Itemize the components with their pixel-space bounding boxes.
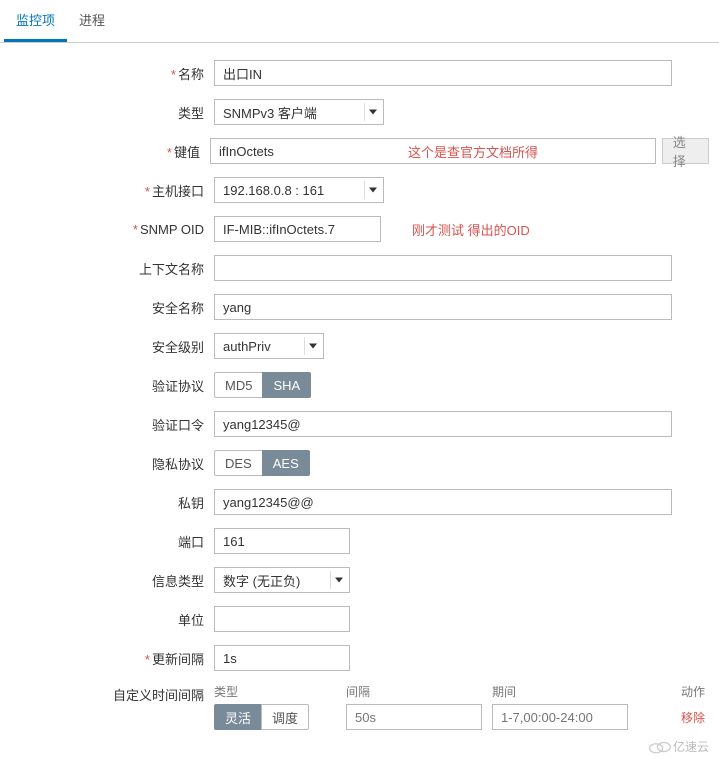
custom-type-sched-button[interactable]: 调度: [261, 704, 309, 730]
name-input[interactable]: [214, 60, 672, 86]
datatype-select[interactable]: 数字 (无正负): [214, 567, 350, 593]
caret-down-icon: [369, 110, 377, 115]
custom-interval-input[interactable]: [346, 704, 482, 730]
label-unit: 单位: [10, 610, 214, 629]
label-datatype: 信息类型: [10, 571, 214, 590]
label-host: *主机接口: [10, 181, 214, 200]
unit-input[interactable]: [214, 606, 350, 632]
interval-input[interactable]: [214, 645, 350, 671]
label-port: 端口: [10, 532, 214, 551]
custom-header-period: 期间: [492, 683, 628, 700]
custom-header-type: 类型: [214, 683, 346, 700]
label-authproto: 验证协议: [10, 376, 214, 395]
caret-down-icon: [369, 188, 377, 193]
type-select[interactable]: SNMPv3 客户端: [214, 99, 384, 125]
privproto-des-button[interactable]: DES: [214, 450, 263, 476]
label-custom: 自定义时间间隔: [10, 683, 214, 704]
custom-remove-link[interactable]: 移除: [681, 709, 705, 726]
label-interval: *更新间隔: [10, 649, 214, 668]
label-type: 类型: [10, 103, 214, 122]
label-privkey: 私钥: [10, 493, 214, 512]
label-name: *名称: [10, 64, 214, 83]
custom-period-input[interactable]: [492, 704, 628, 730]
context-input[interactable]: [214, 255, 672, 281]
oid-hint: 刚才测试 得出的OID: [412, 220, 530, 239]
oid-input[interactable]: [214, 216, 381, 242]
tab-monitor-item[interactable]: 监控项: [4, 0, 67, 42]
authpass-input[interactable]: [214, 411, 672, 437]
custom-header-interval: 间隔: [346, 683, 482, 700]
label-oid: *SNMP OID: [10, 222, 214, 237]
label-key: *键值: [10, 142, 210, 161]
seclevel-select[interactable]: authPriv: [214, 333, 324, 359]
label-seclevel: 安全级别: [10, 337, 214, 356]
key-hint: 这个是查官方文档所得: [408, 142, 538, 161]
authproto-md5-button[interactable]: MD5: [214, 372, 263, 398]
tabs-bar: 监控项 进程: [0, 0, 719, 43]
watermark-logo: 亿速云: [647, 738, 709, 755]
custom-header-action: 动作: [681, 683, 705, 700]
label-privproto: 隐私协议: [10, 454, 214, 473]
form: *名称 类型 SNMPv3 客户端 *键值 这个是查官方文档所得 选择 *主机接…: [0, 43, 719, 751]
custom-type-flex-button[interactable]: 灵活: [214, 704, 262, 730]
privkey-input[interactable]: [214, 489, 672, 515]
secname-input[interactable]: [214, 294, 672, 320]
port-input[interactable]: [214, 528, 350, 554]
tab-process[interactable]: 进程: [67, 0, 117, 42]
label-authpass: 验证口令: [10, 415, 214, 434]
select-button[interactable]: 选择: [662, 138, 709, 164]
label-secname: 安全名称: [10, 298, 214, 317]
caret-down-icon: [309, 344, 317, 349]
authproto-sha-button[interactable]: SHA: [262, 372, 311, 398]
host-select[interactable]: 192.168.0.8 : 161: [214, 177, 384, 203]
caret-down-icon: [335, 578, 343, 583]
privproto-aes-button[interactable]: AES: [262, 450, 310, 476]
label-context: 上下文名称: [10, 259, 214, 278]
